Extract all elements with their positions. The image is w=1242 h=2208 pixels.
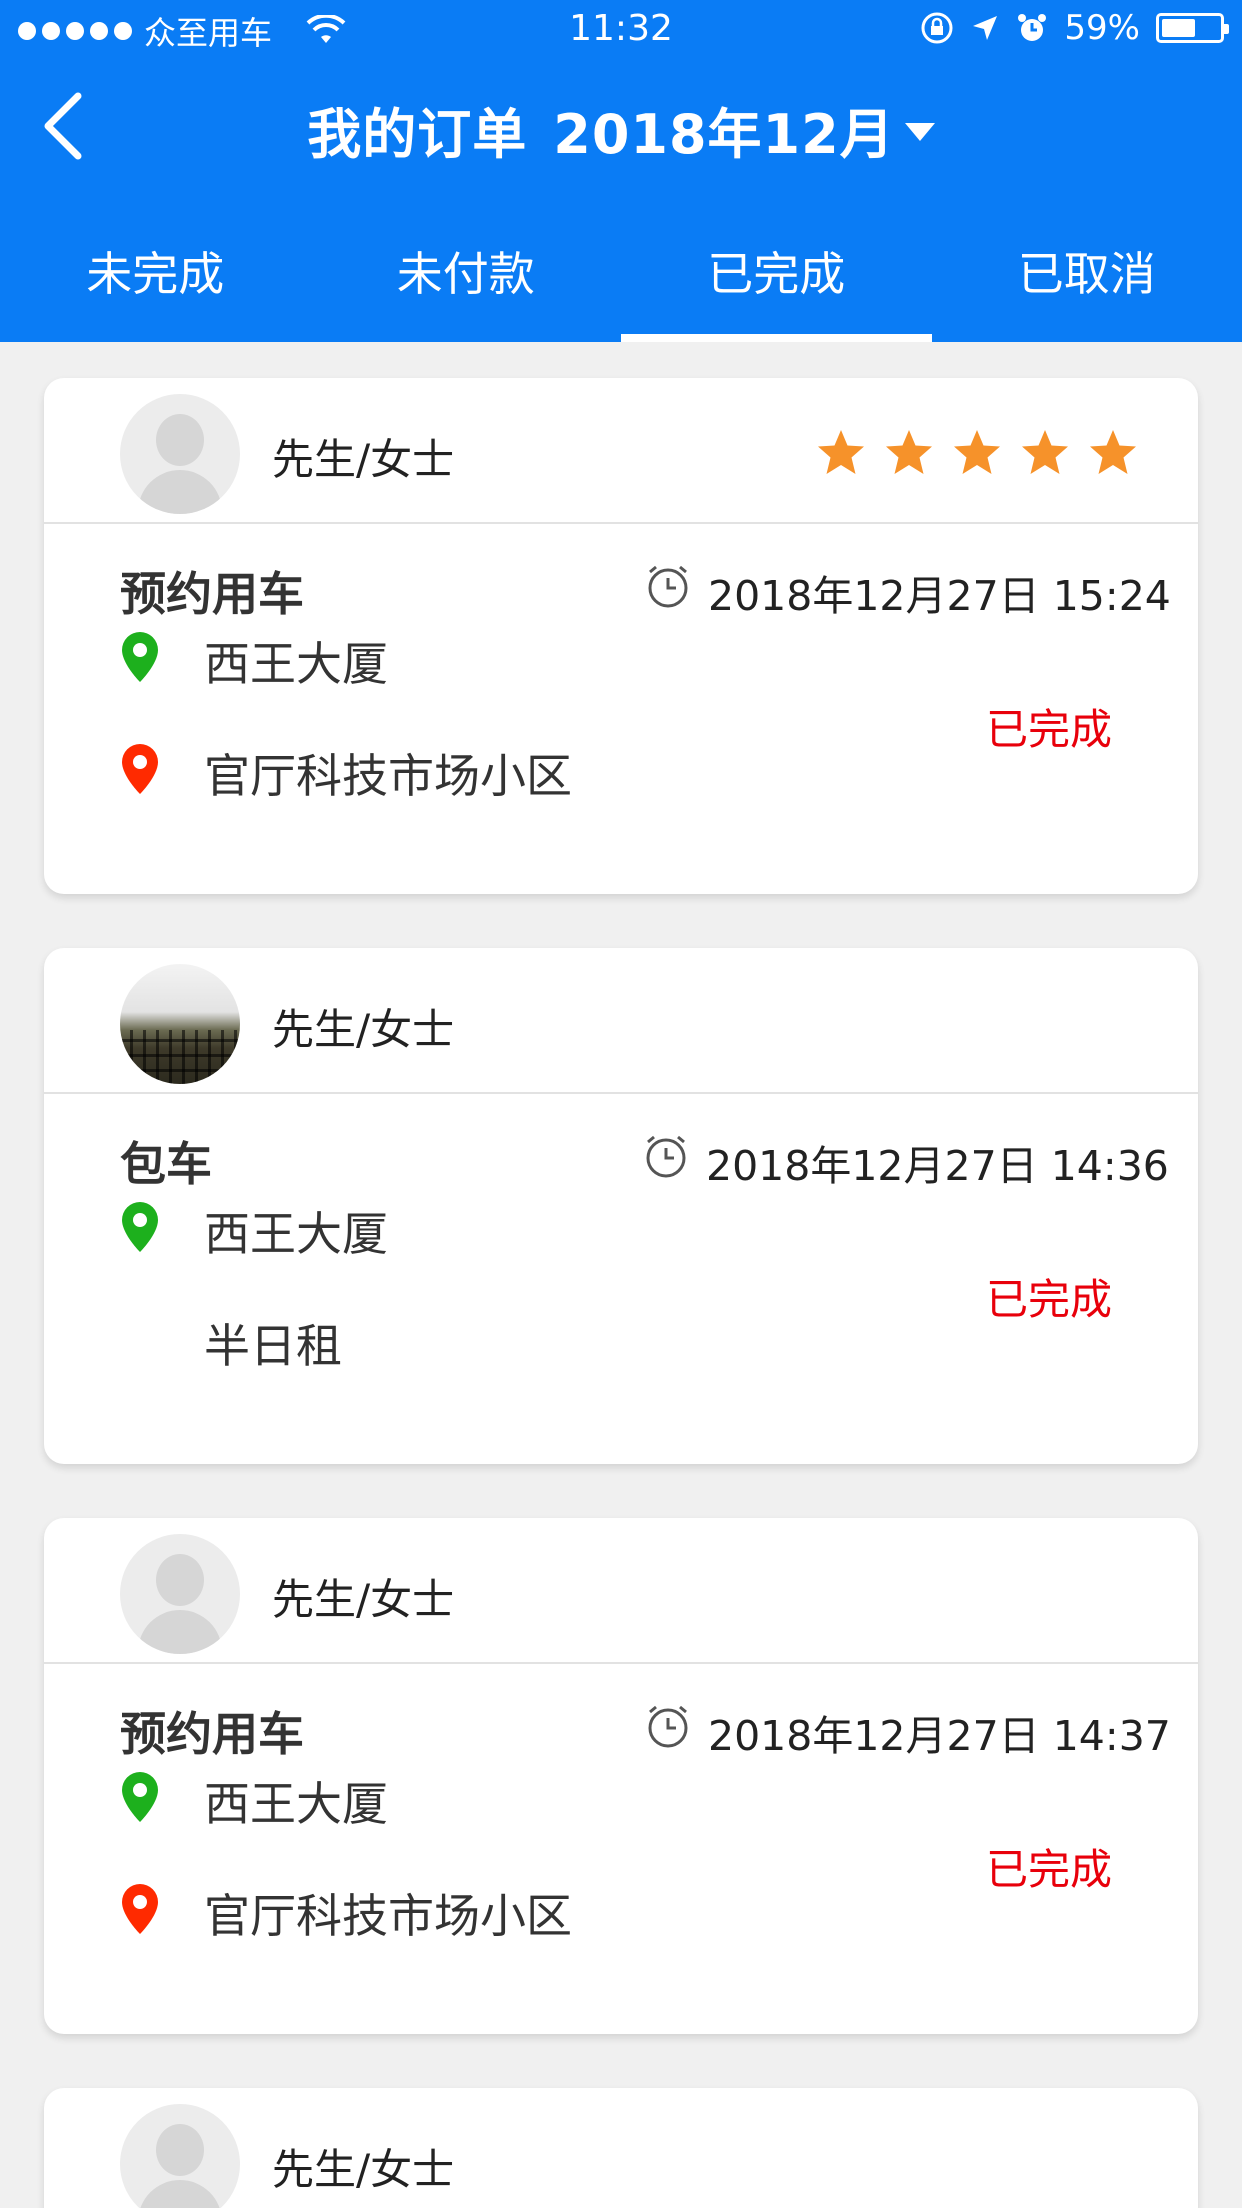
end-address: 官厅科技市场小区 (204, 749, 572, 803)
avatar (120, 1534, 240, 1654)
order-type: 包车 (120, 1137, 212, 1191)
start-location-icon (122, 1772, 158, 1822)
start-location-icon (122, 1202, 158, 1252)
order-card[interactable]: 先生/女士 预约用车 2018年12月27日 15:24 西王大厦 官厅科技市场… (44, 378, 1198, 894)
battery-icon (1156, 13, 1229, 43)
order-card[interactable]: 先生/女士 包车 2018年12月27日 14:36 西王大厦 半日租 已完成 (44, 948, 1198, 1464)
avatar (120, 964, 240, 1084)
customer-name: 先生/女士 (272, 435, 455, 484)
order-time: 2018年12月27日 15:24 (708, 572, 1171, 620)
alarm-icon (1018, 14, 1047, 41)
location-arrow-icon (973, 16, 998, 40)
order-card[interactable]: 先生/女士 预约用车 2018年12月27日 14:37 西王大厦 官厅科技市场… (44, 1518, 1198, 2034)
order-type: 预约用车 (120, 1707, 304, 1761)
status-bar: 众至用车 11:32 59% (0, 0, 1242, 60)
status-badge: 已完成 (985, 1845, 1112, 1894)
start-address: 西王大厦 (204, 1777, 388, 1831)
customer-name: 先生/女士 (272, 1005, 455, 1054)
rating-stars (816, 428, 1138, 478)
status-badge: 已完成 (985, 705, 1112, 754)
status-badge: 已完成 (985, 1275, 1112, 1324)
start-address: 西王大厦 (204, 637, 388, 691)
battery-percent: 59% (1064, 8, 1140, 48)
end-address: 官厅科技市场小区 (204, 1889, 572, 1943)
star-icon (1022, 430, 1068, 474)
tab-incomplete[interactable]: 未完成 (0, 220, 311, 342)
star-icon (1090, 430, 1136, 474)
customer-name: 先生/女士 (272, 2145, 455, 2194)
order-time: 2018年12月27日 14:37 (708, 1712, 1171, 1760)
tab-completed[interactable]: 已完成 (621, 220, 932, 342)
order-type: 预约用车 (120, 567, 304, 621)
clock-icon (646, 1135, 686, 1178)
rotation-lock-icon (921, 12, 953, 44)
month-selector[interactable]: 2018年12月 (553, 103, 935, 166)
end-location-icon (122, 744, 158, 794)
order-time: 2018年12月27日 14:36 (706, 1142, 1169, 1190)
star-icon (886, 430, 932, 474)
tab-cancelled[interactable]: 已取消 (932, 220, 1242, 342)
start-address: 西王大厦 (204, 1207, 388, 1261)
clock-icon (648, 1705, 688, 1748)
page-title-text: 我的订单 (307, 103, 528, 166)
avatar (120, 394, 240, 514)
clock-icon (648, 565, 688, 608)
app-header: 众至用车 11:32 59% 我的订单 2018年12月 未完成 未付款 已完成… (0, 0, 1242, 342)
tab-unpaid[interactable]: 未付款 (311, 220, 622, 342)
chevron-down-icon (904, 123, 935, 142)
end-location-icon (122, 1884, 158, 1934)
customer-name: 先生/女士 (272, 1575, 455, 1624)
nav-bar: 我的订单 2018年12月 (0, 60, 1242, 190)
order-tabs: 未完成 未付款 已完成 已取消 (0, 220, 1242, 342)
order-card[interactable]: 先生/女士 (44, 2088, 1198, 2208)
start-location-icon (122, 632, 158, 682)
page-title: 我的订单 2018年12月 (0, 90, 1242, 169)
avatar (120, 2104, 240, 2208)
star-icon (818, 430, 864, 474)
rental-duration: 半日租 (204, 1319, 342, 1373)
star-icon (954, 430, 1000, 474)
month-label: 2018年12月 (553, 103, 895, 166)
